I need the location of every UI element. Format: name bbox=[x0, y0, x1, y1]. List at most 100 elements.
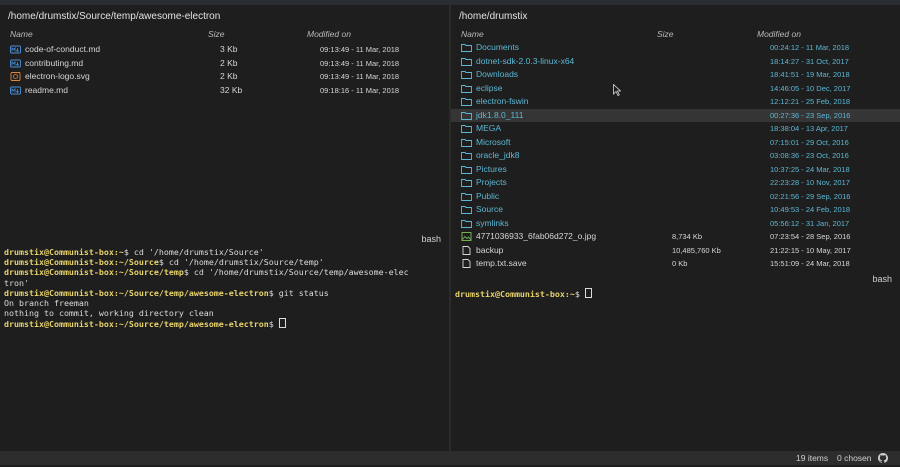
list-item[interactable]: Documents 00:24:12 - 11 Mar, 2018 bbox=[451, 41, 900, 55]
item-name: backup bbox=[476, 244, 504, 255]
terminal-line: drumstix@Communist-box:~/Source/temp/awe… bbox=[4, 318, 409, 329]
item-modified: 02:21:56 - 29 Sep, 2016 bbox=[770, 191, 851, 201]
terminal-line: drumstix@Communist-box:~$ cd '/home/drum… bbox=[4, 247, 409, 257]
list-item[interactable]: code-of-conduct.md 3 Kb 09:13:49 - 11 Mar,… bbox=[0, 43, 449, 57]
terminal-text: On branch freeman bbox=[4, 298, 89, 309]
file-modified: 09:18:16 - 11 Mar, 2018 bbox=[320, 85, 400, 95]
list-item[interactable]: electron-fswin 12:12:21 - 25 Feb, 2018 bbox=[451, 95, 900, 109]
list-item[interactable]: backup 10,485,760 Kb 21:22:15 - 10 May, 20… bbox=[451, 244, 900, 258]
prompt-user: drumstix@Communist-box bbox=[4, 247, 114, 257]
terminal-cursor bbox=[278, 318, 286, 329]
list-item[interactable]: Microsoft 07:15:01 - 29 Oct, 2016 bbox=[451, 136, 900, 150]
item-modified: 05:56:12 - 31 Jan, 2017 bbox=[770, 218, 850, 228]
terminal-line: tron' bbox=[4, 278, 409, 288]
item-name: Documents bbox=[476, 42, 519, 52]
file-modified: 09:13:49 - 11 Mar, 2018 bbox=[320, 72, 400, 81]
list-item[interactable]: electron-logo.svg 2 Kb 09:13:49 - 11 Mar, … bbox=[0, 70, 449, 84]
item-modified: 00:24:12 - 11 Mar, 2018 bbox=[770, 43, 850, 52]
list-item[interactable]: temp.txt.save 0 Kb 15:51:09 - 24 Mar, 2018 bbox=[451, 257, 900, 271]
left-path-bar[interactable]: /home/drumstix/Source/temp/awesome-elect… bbox=[0, 9, 220, 25]
file-name: code-of-conduct.md bbox=[25, 44, 101, 54]
left-col-size[interactable]: Size bbox=[208, 29, 225, 39]
list-item[interactable]: Projects 22:23:28 - 10 Nov, 2017 bbox=[451, 176, 900, 190]
prompt-user: drumstix@Communist-box bbox=[455, 289, 565, 299]
terminal-text: nothing to commit, working directory cle… bbox=[4, 308, 214, 319]
terminal-line: drumstix@Communist-box:~/Source/temp$ cd… bbox=[4, 267, 409, 277]
item-name: Downloads bbox=[476, 69, 519, 79]
svg-image-icon bbox=[10, 72, 21, 81]
item-name: oracle_jdk8 bbox=[476, 150, 520, 160]
item-name: Projects bbox=[476, 177, 507, 187]
list-item[interactable]: Public 02:21:56 - 29 Sep, 2016 bbox=[451, 190, 900, 204]
right-pane: /home/drumstix Name Size Modified on Doc… bbox=[451, 5, 900, 451]
left-col-modified[interactable]: Modified on bbox=[307, 29, 351, 39]
folder-icon bbox=[461, 179, 472, 187]
folder-icon bbox=[461, 84, 472, 93]
prompt-path: :~/Source/temp/awesome-electron bbox=[113, 287, 269, 298]
list-item[interactable]: Source 10:49:53 - 24 Feb, 2018 bbox=[451, 203, 900, 217]
right-col-name[interactable]: Name bbox=[461, 29, 484, 39]
list-item[interactable]: jdk1.8.0_111 00:27:36 - 23 Sep, 2016 bbox=[451, 108, 900, 122]
list-item[interactable]: Downloads 18:41:51 - 19 Mar, 2018 bbox=[451, 68, 900, 82]
item-modified: 18:41:51 - 19 Mar, 2018 bbox=[770, 70, 850, 79]
prompt-user: drumstix@Communist-box bbox=[4, 257, 114, 268]
right-col-size[interactable]: Size bbox=[657, 29, 674, 39]
right-terminal-output: drumstix@Communist-box:~$ bbox=[455, 288, 592, 299]
item-modified: 03:08:36 - 23 Oct, 2016 bbox=[770, 151, 849, 160]
left-col-name[interactable]: Name bbox=[10, 29, 33, 39]
item-size: 10,485,760 Kb bbox=[672, 245, 721, 255]
list-item[interactable]: contributing.md 2 Kb 09:13:49 - 11 Mar, 20… bbox=[0, 57, 449, 71]
list-item[interactable]: oracle_jdk8 03:08:36 - 23 Oct, 2016 bbox=[451, 149, 900, 163]
list-item[interactable]: dotnet-sdk-2.0.3-linux-x64 18:14:27 - 31 … bbox=[451, 55, 900, 69]
prompt-user: drumstix@Communist-box bbox=[4, 319, 114, 330]
item-name: temp.txt.save bbox=[476, 258, 527, 268]
terminal-line: drumstix@Communist-box:~$ bbox=[455, 288, 592, 299]
image-file-icon bbox=[461, 232, 472, 241]
terminal-cursor bbox=[584, 288, 592, 298]
right-col-modified[interactable]: Modified on bbox=[757, 29, 801, 39]
status-bar: 19 items 0 chosen bbox=[0, 451, 900, 465]
terminal-line: nothing to commit, working directory cle… bbox=[4, 308, 409, 318]
folder-icon bbox=[461, 192, 472, 201]
item-name: electron-fswin bbox=[476, 96, 529, 106]
terminal-text: $ bbox=[574, 289, 585, 299]
item-name: MEGA bbox=[476, 123, 502, 133]
list-item[interactable]: readme.md 32 Kb 09:18:16 - 11 Mar, 2018 bbox=[0, 84, 449, 98]
list-item[interactable]: eclipse 14:46:05 - 10 Dec, 2017 bbox=[451, 82, 900, 96]
terminal-line: On branch freeman bbox=[4, 298, 409, 308]
file-size: 3 Kb bbox=[220, 44, 238, 54]
item-modified: 21:22:15 - 10 May, 2017 bbox=[770, 245, 851, 255]
prompt-path: :~/Source bbox=[113, 257, 159, 268]
item-modified: 22:23:28 - 10 Nov, 2017 bbox=[770, 178, 850, 187]
item-name: 4771036933_6fab06d272_o.jpg bbox=[476, 231, 597, 241]
folder-icon bbox=[461, 44, 472, 52]
item-modified: 18:14:27 - 31 Oct, 2017 bbox=[770, 56, 849, 66]
folder-icon bbox=[461, 206, 472, 214]
item-name: eclipse bbox=[476, 82, 503, 93]
markdown-icon bbox=[10, 86, 21, 94]
left-terminal[interactable]: bash drumstix@Communist-box:~$ cd '/home… bbox=[0, 231, 449, 451]
item-modified: 10:37:25 - 24 Mar, 2018 bbox=[770, 164, 850, 174]
list-item[interactable]: MEGA 18:38:04 - 13 Apr, 2017 bbox=[451, 122, 900, 136]
terminal-line: drumstix@Communist-box:~/Source$ cd '/ho… bbox=[4, 257, 409, 267]
list-item[interactable]: Pictures 10:37:25 - 24 Mar, 2018 bbox=[451, 163, 900, 177]
item-name: dotnet-sdk-2.0.3-linux-x64 bbox=[476, 55, 575, 66]
left-terminal-label: bash bbox=[421, 234, 441, 244]
right-path-bar[interactable]: /home/drumstix bbox=[451, 9, 527, 25]
folder-icon bbox=[461, 111, 472, 120]
list-item[interactable]: 4771036933_6fab06d272_o.jpg 8,734 Kb 07:23… bbox=[451, 230, 900, 244]
folder-icon bbox=[461, 165, 472, 174]
list-item[interactable]: symlinks 05:56:12 - 31 Jan, 2017 bbox=[451, 217, 900, 231]
file-icon bbox=[462, 259, 471, 268]
right-file-list: Documents 00:24:12 - 11 Mar, 2018 dotnet-s… bbox=[451, 41, 900, 271]
folder-icon bbox=[461, 57, 472, 66]
folder-icon bbox=[461, 219, 472, 228]
item-name: Pictures bbox=[476, 163, 507, 174]
item-modified: 10:49:53 - 24 Feb, 2018 bbox=[770, 205, 851, 214]
file-modified: 09:13:49 - 11 Mar, 2018 bbox=[320, 58, 400, 68]
terminal-text: $ bbox=[268, 319, 279, 330]
right-terminal-label: bash bbox=[872, 274, 892, 284]
status-chosen-count: 0 chosen bbox=[837, 453, 872, 463]
right-terminal[interactable]: bash drumstix@Communist-box:~$ bbox=[451, 271, 900, 451]
file-size: 2 Kb bbox=[220, 71, 238, 81]
